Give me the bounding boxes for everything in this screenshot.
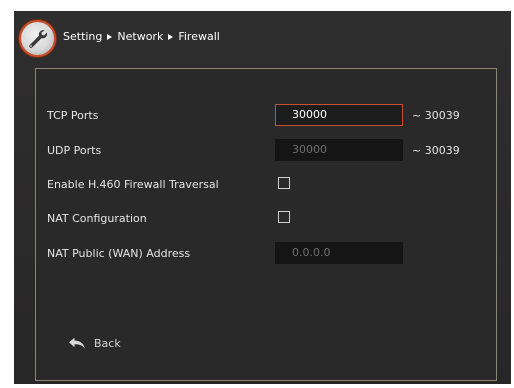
- nat-configuration-row: NAT Configuration: [36, 207, 496, 231]
- tcp-ports-row: TCP Ports 30000 ~ 30039: [36, 104, 496, 128]
- breadcrumb-separator-icon: [168, 33, 174, 40]
- tcp-ports-input[interactable]: 30000: [275, 104, 403, 126]
- breadcrumb-item-network[interactable]: Network: [117, 30, 163, 43]
- breadcrumb: Setting Network Firewall: [63, 30, 220, 43]
- nat-public-address-row: NAT Public (WAN) Address 0.0.0.0: [36, 242, 496, 266]
- back-button[interactable]: Back: [68, 333, 121, 353]
- nat-public-address-input[interactable]: 0.0.0.0: [275, 242, 403, 264]
- udp-ports-row: UDP Ports 30000 ~ 30039: [36, 139, 496, 163]
- nat-configuration-label: NAT Configuration: [47, 212, 147, 225]
- tcp-ports-label: TCP Ports: [47, 109, 99, 122]
- udp-ports-input[interactable]: 30000: [275, 139, 403, 161]
- udp-ports-label: UDP Ports: [47, 144, 102, 157]
- nat-configuration-checkbox[interactable]: [278, 211, 290, 223]
- back-arrow-icon: [69, 337, 85, 349]
- udp-ports-range-end: ~ 30039: [412, 144, 460, 157]
- nat-public-address-label: NAT Public (WAN) Address: [47, 247, 191, 260]
- h460-row: Enable H.460 Firewall Traversal: [36, 173, 496, 197]
- firewall-settings-screen: Setting Network Firewall TCP Ports 30000…: [14, 11, 511, 384]
- h460-label: Enable H.460 Firewall Traversal: [47, 178, 219, 191]
- tcp-ports-range-end: ~ 30039: [412, 109, 460, 122]
- breadcrumb-item-firewall: Firewall: [178, 30, 220, 43]
- wrench-icon: [21, 22, 54, 55]
- back-button-label: Back: [94, 336, 121, 350]
- header: Setting Network Firewall: [14, 11, 511, 69]
- settings-panel: TCP Ports 30000 ~ 30039 UDP Ports 30000 …: [35, 68, 497, 381]
- breadcrumb-item-setting[interactable]: Setting: [63, 30, 102, 43]
- h460-checkbox[interactable]: [278, 177, 290, 189]
- breadcrumb-separator-icon: [107, 33, 113, 40]
